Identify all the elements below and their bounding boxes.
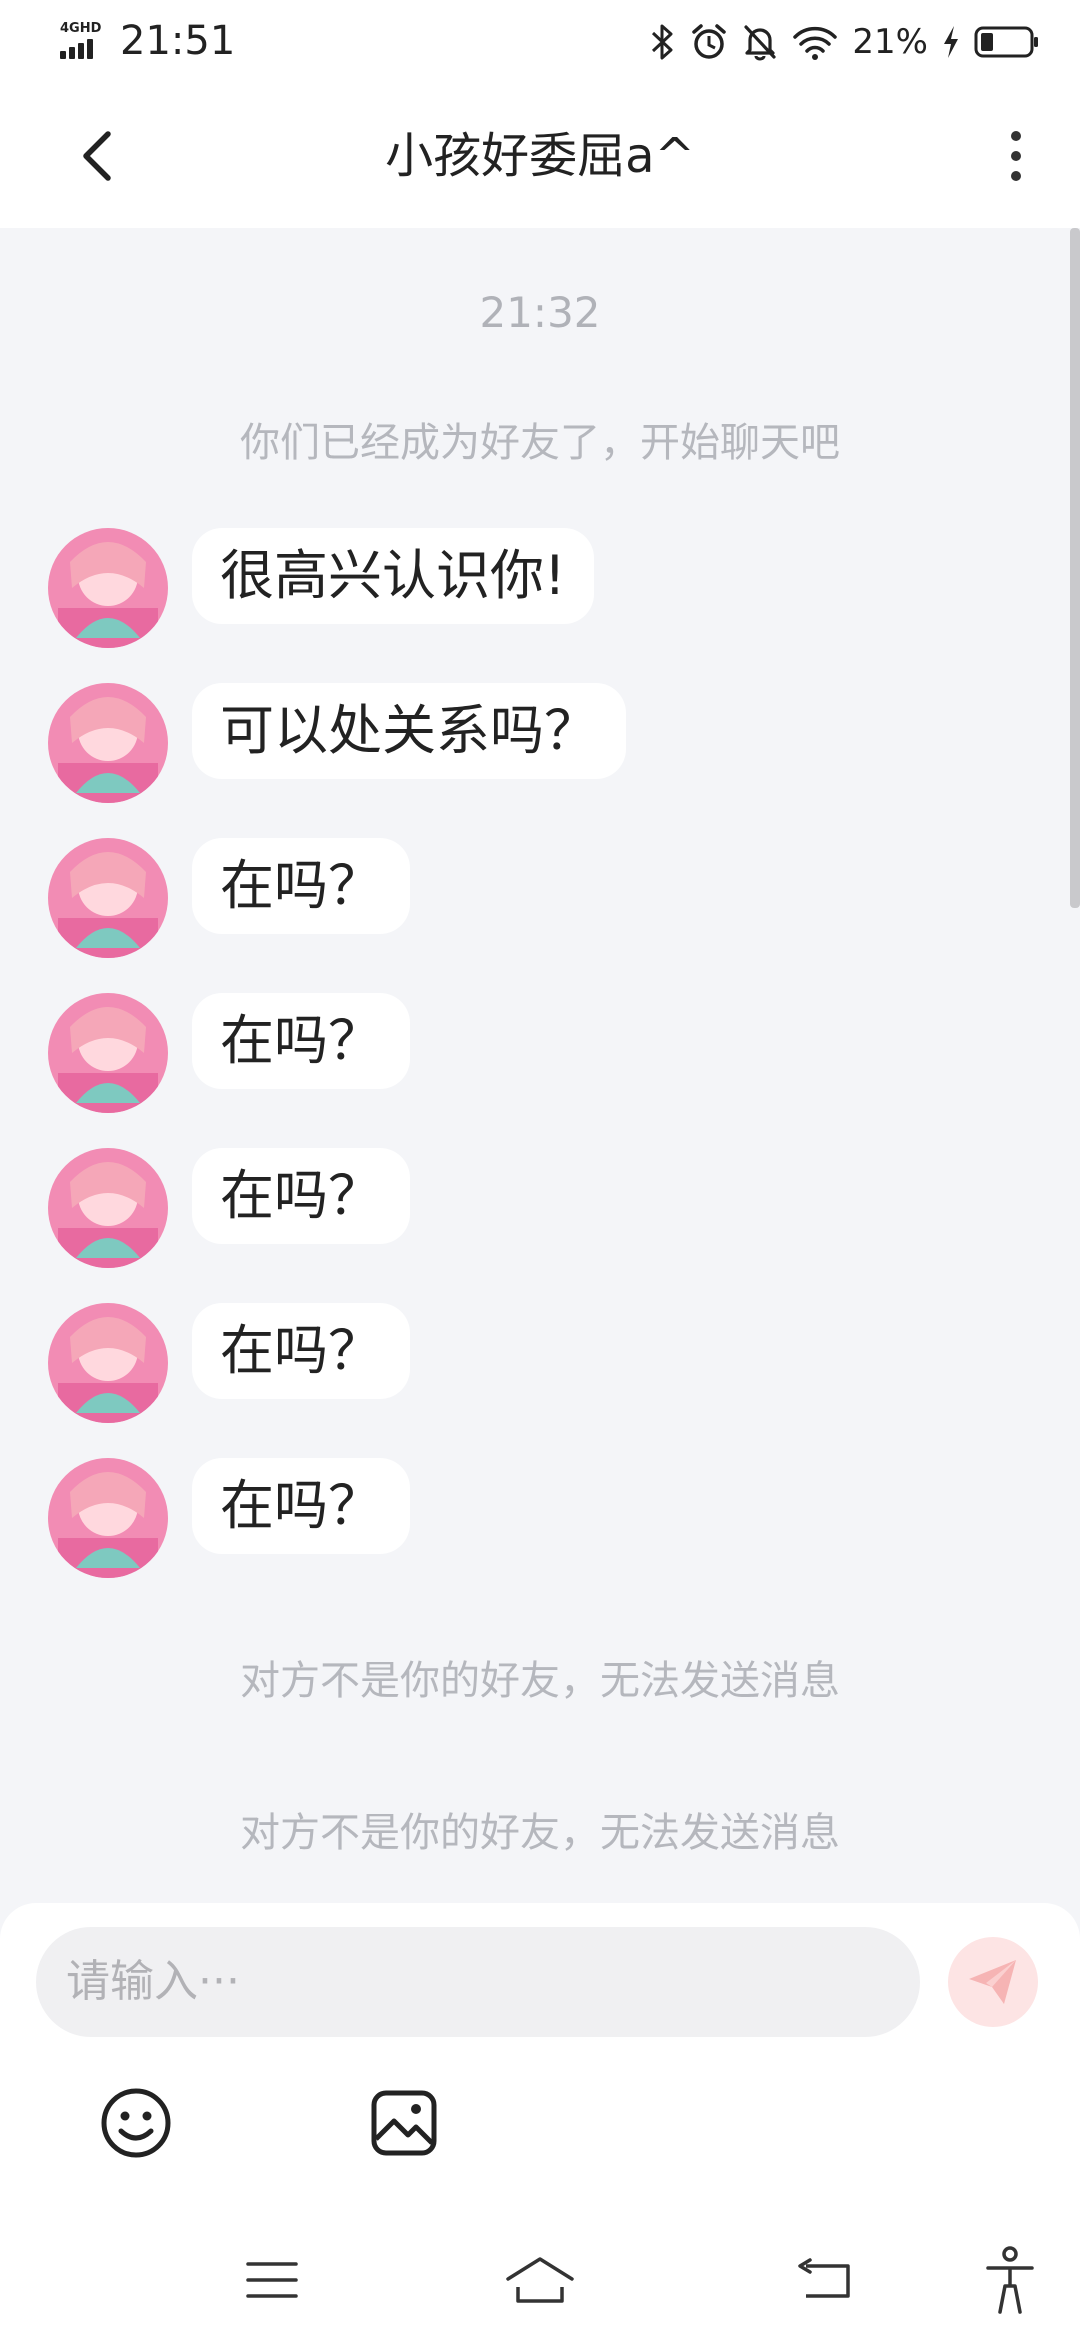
- message-row: 在吗？: [48, 838, 410, 958]
- battery-percent: 21%: [852, 22, 928, 62]
- alarm-icon: [692, 24, 727, 59]
- message-bubble[interactable]: 可以处关系吗？: [192, 683, 626, 779]
- avatar[interactable]: [48, 993, 168, 1113]
- send-icon: [969, 1960, 1016, 2004]
- bluetooth-icon: [652, 24, 673, 60]
- cellular-signal-icon: 4GHD: [58, 21, 106, 61]
- avatar[interactable]: [48, 838, 168, 958]
- message-row: 很高兴认识你!: [48, 528, 594, 648]
- emoji-button[interactable]: [96, 2083, 176, 2163]
- image-button[interactable]: [364, 2083, 444, 2163]
- chat-header: 小孩好委屈a^: [0, 84, 1080, 228]
- message-row: 在吗？: [48, 1148, 410, 1268]
- menu-icon: [246, 2262, 298, 2298]
- back-key[interactable]: [792, 2240, 856, 2320]
- message-bubble[interactable]: 在吗？: [192, 1148, 410, 1244]
- system-navigation-bar: [0, 2220, 1080, 2340]
- send-button[interactable]: [948, 1937, 1038, 2027]
- status-left: 4GHD 21:51: [58, 18, 235, 64]
- message-bubble[interactable]: 很高兴认识你!: [192, 528, 594, 624]
- message-row: 可以处关系吗？: [48, 683, 626, 803]
- chat-title: 小孩好委屈a^: [385, 128, 695, 184]
- chat-area[interactable]: 21:32 你们已经成为好友了，开始聊天吧 很高兴认识你! 可以处关系吗？ 在吗…: [0, 228, 1080, 1903]
- message-bubble[interactable]: 在吗？: [192, 1303, 410, 1399]
- more-options-button[interactable]: [992, 120, 1040, 192]
- home-icon: [506, 2257, 574, 2303]
- back-button[interactable]: [64, 120, 128, 192]
- accessibility-icon: [986, 2246, 1034, 2314]
- image-icon: [371, 2090, 437, 2156]
- chat-timestamp: 21:32: [479, 288, 601, 337]
- more-dot-icon: [1011, 131, 1021, 141]
- message-bubble[interactable]: 在吗？: [192, 1458, 410, 1554]
- home-key[interactable]: [504, 2240, 576, 2320]
- message-bubble[interactable]: 在吗？: [192, 993, 410, 1089]
- avatar[interactable]: [48, 1303, 168, 1423]
- avatar[interactable]: [48, 1148, 168, 1268]
- menu-key[interactable]: [240, 2240, 304, 2320]
- status-right: 21%: [650, 18, 1040, 66]
- avatar[interactable]: [48, 683, 168, 803]
- more-dot-icon: [1011, 171, 1021, 181]
- status-bar: 4GHD 21:51 21%: [0, 0, 1080, 84]
- system-message-friend-added: 你们已经成为好友了，开始聊天吧: [240, 420, 840, 466]
- avatar[interactable]: [48, 528, 168, 648]
- system-message-not-friend: 对方不是你的好友，无法发送消息: [240, 1658, 840, 1704]
- status-time: 21:51: [120, 18, 236, 64]
- accessibility-key[interactable]: [980, 2240, 1040, 2320]
- smiley-icon: [101, 2088, 171, 2158]
- charging-icon: [944, 26, 958, 58]
- message-row: 在吗？: [48, 993, 410, 1113]
- system-message-not-friend: 对方不是你的好友，无法发送消息: [240, 1810, 840, 1856]
- message-row: 在吗？: [48, 1303, 410, 1423]
- wifi-icon: [793, 26, 838, 60]
- scrollbar[interactable]: [1070, 228, 1080, 908]
- more-dot-icon: [1011, 151, 1021, 161]
- message-bubble[interactable]: 在吗？: [192, 838, 410, 934]
- return-icon: [798, 2258, 850, 2298]
- chevron-left-icon: [83, 131, 111, 181]
- message-row: 在吗？: [48, 1458, 410, 1578]
- battery-icon: [974, 26, 1038, 58]
- mute-icon: [744, 25, 777, 61]
- network-type: 4GHD: [60, 21, 102, 36]
- message-input[interactable]: 请输入···: [36, 1927, 920, 2037]
- avatar[interactable]: [48, 1458, 168, 1578]
